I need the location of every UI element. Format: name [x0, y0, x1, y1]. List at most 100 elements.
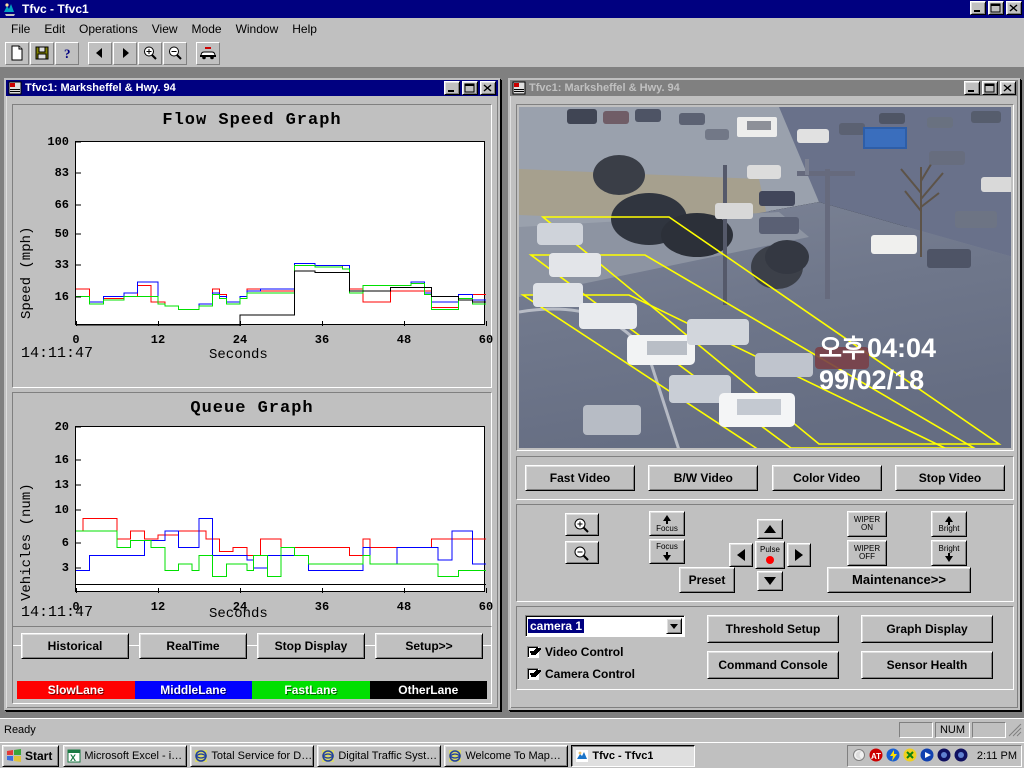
- graph-minimize-button[interactable]: [444, 81, 460, 95]
- series-otherlane: [76, 270, 486, 326]
- maintenance-button[interactable]: Maintenance>>: [827, 567, 971, 593]
- brightness-up-button[interactable]: Bright: [931, 511, 967, 537]
- series-fastlane: [76, 530, 486, 577]
- close-button[interactable]: [1006, 1, 1022, 15]
- setup-button[interactable]: Setup>>: [375, 633, 483, 659]
- menu-file[interactable]: File: [4, 20, 37, 38]
- next-icon[interactable]: [113, 41, 137, 65]
- mdi-client-area: Tfvc1: Marksheffel & Hwy. 94 Flow Speed …: [0, 68, 1024, 718]
- wiper-on-button[interactable]: WIPER ON: [847, 511, 887, 537]
- tfvc-app-icon: [575, 749, 589, 763]
- stop-display-button[interactable]: Stop Display: [257, 633, 365, 659]
- start-label: Start: [25, 748, 53, 763]
- stop-video-button[interactable]: Stop Video: [894, 465, 1005, 491]
- video-maximize-button[interactable]: [982, 81, 998, 95]
- video-minimize-button[interactable]: [964, 81, 980, 95]
- x-tick-mark: [158, 321, 159, 326]
- preset-button[interactable]: Preset: [679, 567, 735, 593]
- previous-icon[interactable]: [88, 41, 112, 65]
- menu-view[interactable]: View: [145, 20, 185, 38]
- video-close-button[interactable]: [1000, 81, 1016, 95]
- disk-icon[interactable]: [937, 748, 952, 763]
- wiper-off-button[interactable]: WIPER OFF: [847, 540, 887, 566]
- minimize-button[interactable]: [970, 1, 986, 15]
- save-icon[interactable]: [30, 41, 54, 65]
- bright-up-label: Bright: [938, 523, 960, 533]
- sensor-health-button[interactable]: Sensor Health: [861, 651, 993, 679]
- zoom-in-button[interactable]: [565, 513, 599, 536]
- taskbar-item-total-service[interactable]: Total Service for Dr...: [190, 744, 315, 767]
- new-icon[interactable]: [5, 41, 29, 65]
- taskbar-item-mapquest[interactable]: Welcome To MapQ...: [444, 744, 569, 767]
- bright-down-label: Bright: [938, 543, 960, 553]
- pan-left-button[interactable]: [729, 543, 753, 567]
- tfvc-app-icon[interactable]: [2, 1, 18, 17]
- chevron-down-icon[interactable]: [666, 618, 682, 634]
- historical-button[interactable]: Historical: [21, 633, 129, 659]
- camera-selection-panel: camera 1 Video Control Camera Control Th…: [516, 606, 1014, 690]
- norton-icon[interactable]: [903, 748, 918, 763]
- taskbar-item-tfvc[interactable]: Tfvc - Tfvc1: [571, 744, 696, 767]
- focus-near-button[interactable]: Focus: [649, 511, 685, 536]
- menu-operations[interactable]: Operations: [72, 20, 145, 38]
- media-icon[interactable]: [920, 748, 935, 763]
- flow-speed-y-axis-label: Speed (mph): [19, 226, 35, 319]
- camera-control-checkbox[interactable]: Camera Control: [527, 667, 635, 681]
- graph-maximize-button[interactable]: [462, 81, 478, 95]
- start-button[interactable]: Start: [2, 744, 60, 767]
- graph-display-button[interactable]: Graph Display: [861, 615, 993, 643]
- graph-close-button[interactable]: [480, 81, 496, 95]
- video-feed-image[interactable]: 오후 04:04 99/02/18: [519, 107, 1011, 448]
- brightness-down-button[interactable]: Bright: [931, 540, 967, 566]
- flash-icon[interactable]: [886, 748, 901, 763]
- disk2-icon[interactable]: [954, 748, 969, 763]
- realtime-button[interactable]: RealTime: [139, 633, 247, 659]
- menu-mode[interactable]: Mode: [185, 20, 229, 38]
- y-tick-mark: [76, 296, 81, 298]
- menu-edit[interactable]: Edit: [37, 20, 72, 38]
- document-icon: [512, 81, 526, 95]
- command-console-button[interactable]: Command Console: [707, 651, 839, 679]
- lane-legend: SlowLane MiddleLane FastLane OtherLane: [17, 681, 487, 699]
- fast-video-button[interactable]: Fast Video: [525, 465, 635, 491]
- graph-window-title: Tfvc1: Marksheffel & Hwy. 94: [25, 82, 176, 94]
- color-video-button[interactable]: Color Video: [771, 465, 882, 491]
- status-pane-3: [972, 721, 1006, 738]
- y-tick-mark: [76, 204, 81, 206]
- help-icon[interactable]: ?: [55, 41, 79, 65]
- queue-y-axis-label: Vehicles (num): [19, 483, 35, 601]
- maximize-button[interactable]: [988, 1, 1004, 15]
- focus-far-button[interactable]: Focus: [649, 539, 685, 564]
- taskbar-item-label: Microsoft Excel - int...: [84, 749, 187, 762]
- queue-plot-area: [75, 426, 486, 592]
- y-tick-mark: [76, 542, 81, 544]
- zoom-in-icon[interactable]: [138, 41, 162, 65]
- taskbar-item-excel[interactable]: X Microsoft Excel - int...: [63, 744, 188, 767]
- x-tick-label: 24: [232, 333, 248, 347]
- x-tick-label: 60: [478, 600, 494, 614]
- pan-right-button[interactable]: [787, 543, 811, 567]
- status-panes: NUM: [898, 721, 1024, 738]
- flow-speed-graph-panel: Flow Speed Graph Speed (mph) 16 33 50 66 83 1…: [12, 104, 493, 388]
- menu-window[interactable]: Window: [229, 20, 286, 38]
- camera-select[interactable]: camera 1: [525, 615, 685, 637]
- pulse-button[interactable]: Pulse: [755, 541, 785, 569]
- video-control-checkbox[interactable]: Video Control: [527, 645, 623, 659]
- zoom-out-icon[interactable]: [163, 41, 187, 65]
- ati-icon[interactable]: AT: [869, 748, 884, 763]
- y-tick-label: 16: [54, 453, 69, 468]
- queue-timestamp: 14:11:47: [21, 604, 94, 621]
- menu-help[interactable]: Help: [285, 20, 324, 38]
- taskbar-item-digital-traffic[interactable]: Digital Traffic Syste...: [317, 744, 442, 767]
- ie-icon: [194, 749, 208, 763]
- pan-up-button[interactable]: [757, 519, 783, 539]
- threshold-setup-button[interactable]: Threshold Setup: [707, 615, 839, 643]
- moon-icon[interactable]: [852, 748, 867, 763]
- pan-down-button[interactable]: [757, 571, 783, 591]
- zoom-out-button[interactable]: [565, 541, 599, 564]
- resize-grip-icon[interactable]: [1008, 723, 1022, 737]
- x-tick-mark: [240, 321, 241, 326]
- bw-video-button[interactable]: B/W Video: [648, 465, 759, 491]
- vehicle-icon[interactable]: [196, 41, 220, 65]
- focus-far-label: Focus: [656, 541, 678, 551]
